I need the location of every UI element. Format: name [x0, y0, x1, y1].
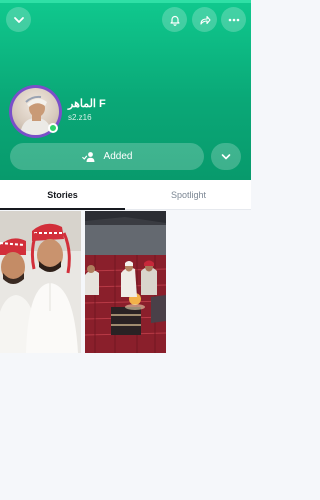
tab-stories[interactable]: Stories — [0, 180, 125, 210]
display-name: الماهر F — [68, 98, 106, 110]
more-options-button[interactable] — [221, 7, 246, 32]
notification-button[interactable] — [162, 7, 187, 32]
story-image — [0, 211, 81, 353]
profile-tabs: Stories Spotlight — [0, 180, 251, 210]
chevron-down-icon — [13, 16, 24, 23]
more-icon — [228, 18, 239, 21]
profile-header: الماهر F s2.z16 Added — [0, 0, 251, 180]
collapse-button[interactable] — [6, 7, 31, 32]
added-label: Added — [103, 151, 133, 162]
story-thumbnail[interactable] — [85, 211, 166, 353]
story-image — [85, 211, 166, 353]
active-tab-indicator — [0, 208, 125, 210]
share-button[interactable] — [192, 7, 217, 32]
header-top-line — [0, 0, 251, 3]
added-friend-button[interactable]: Added — [10, 143, 204, 170]
chevron-down-icon — [221, 153, 231, 159]
notification-icon — [169, 15, 180, 26]
online-status-dot — [48, 123, 58, 133]
username: s2.z16 — [68, 113, 92, 122]
tab-label: Stories — [47, 190, 78, 200]
expand-actions-button[interactable] — [211, 143, 241, 170]
share-icon — [199, 15, 211, 25]
user-check-icon — [81, 151, 95, 162]
tab-label: Spotlight — [170, 190, 207, 200]
tab-spotlight[interactable]: Spotlight — [126, 180, 251, 210]
story-thumbnail[interactable] — [0, 211, 81, 353]
